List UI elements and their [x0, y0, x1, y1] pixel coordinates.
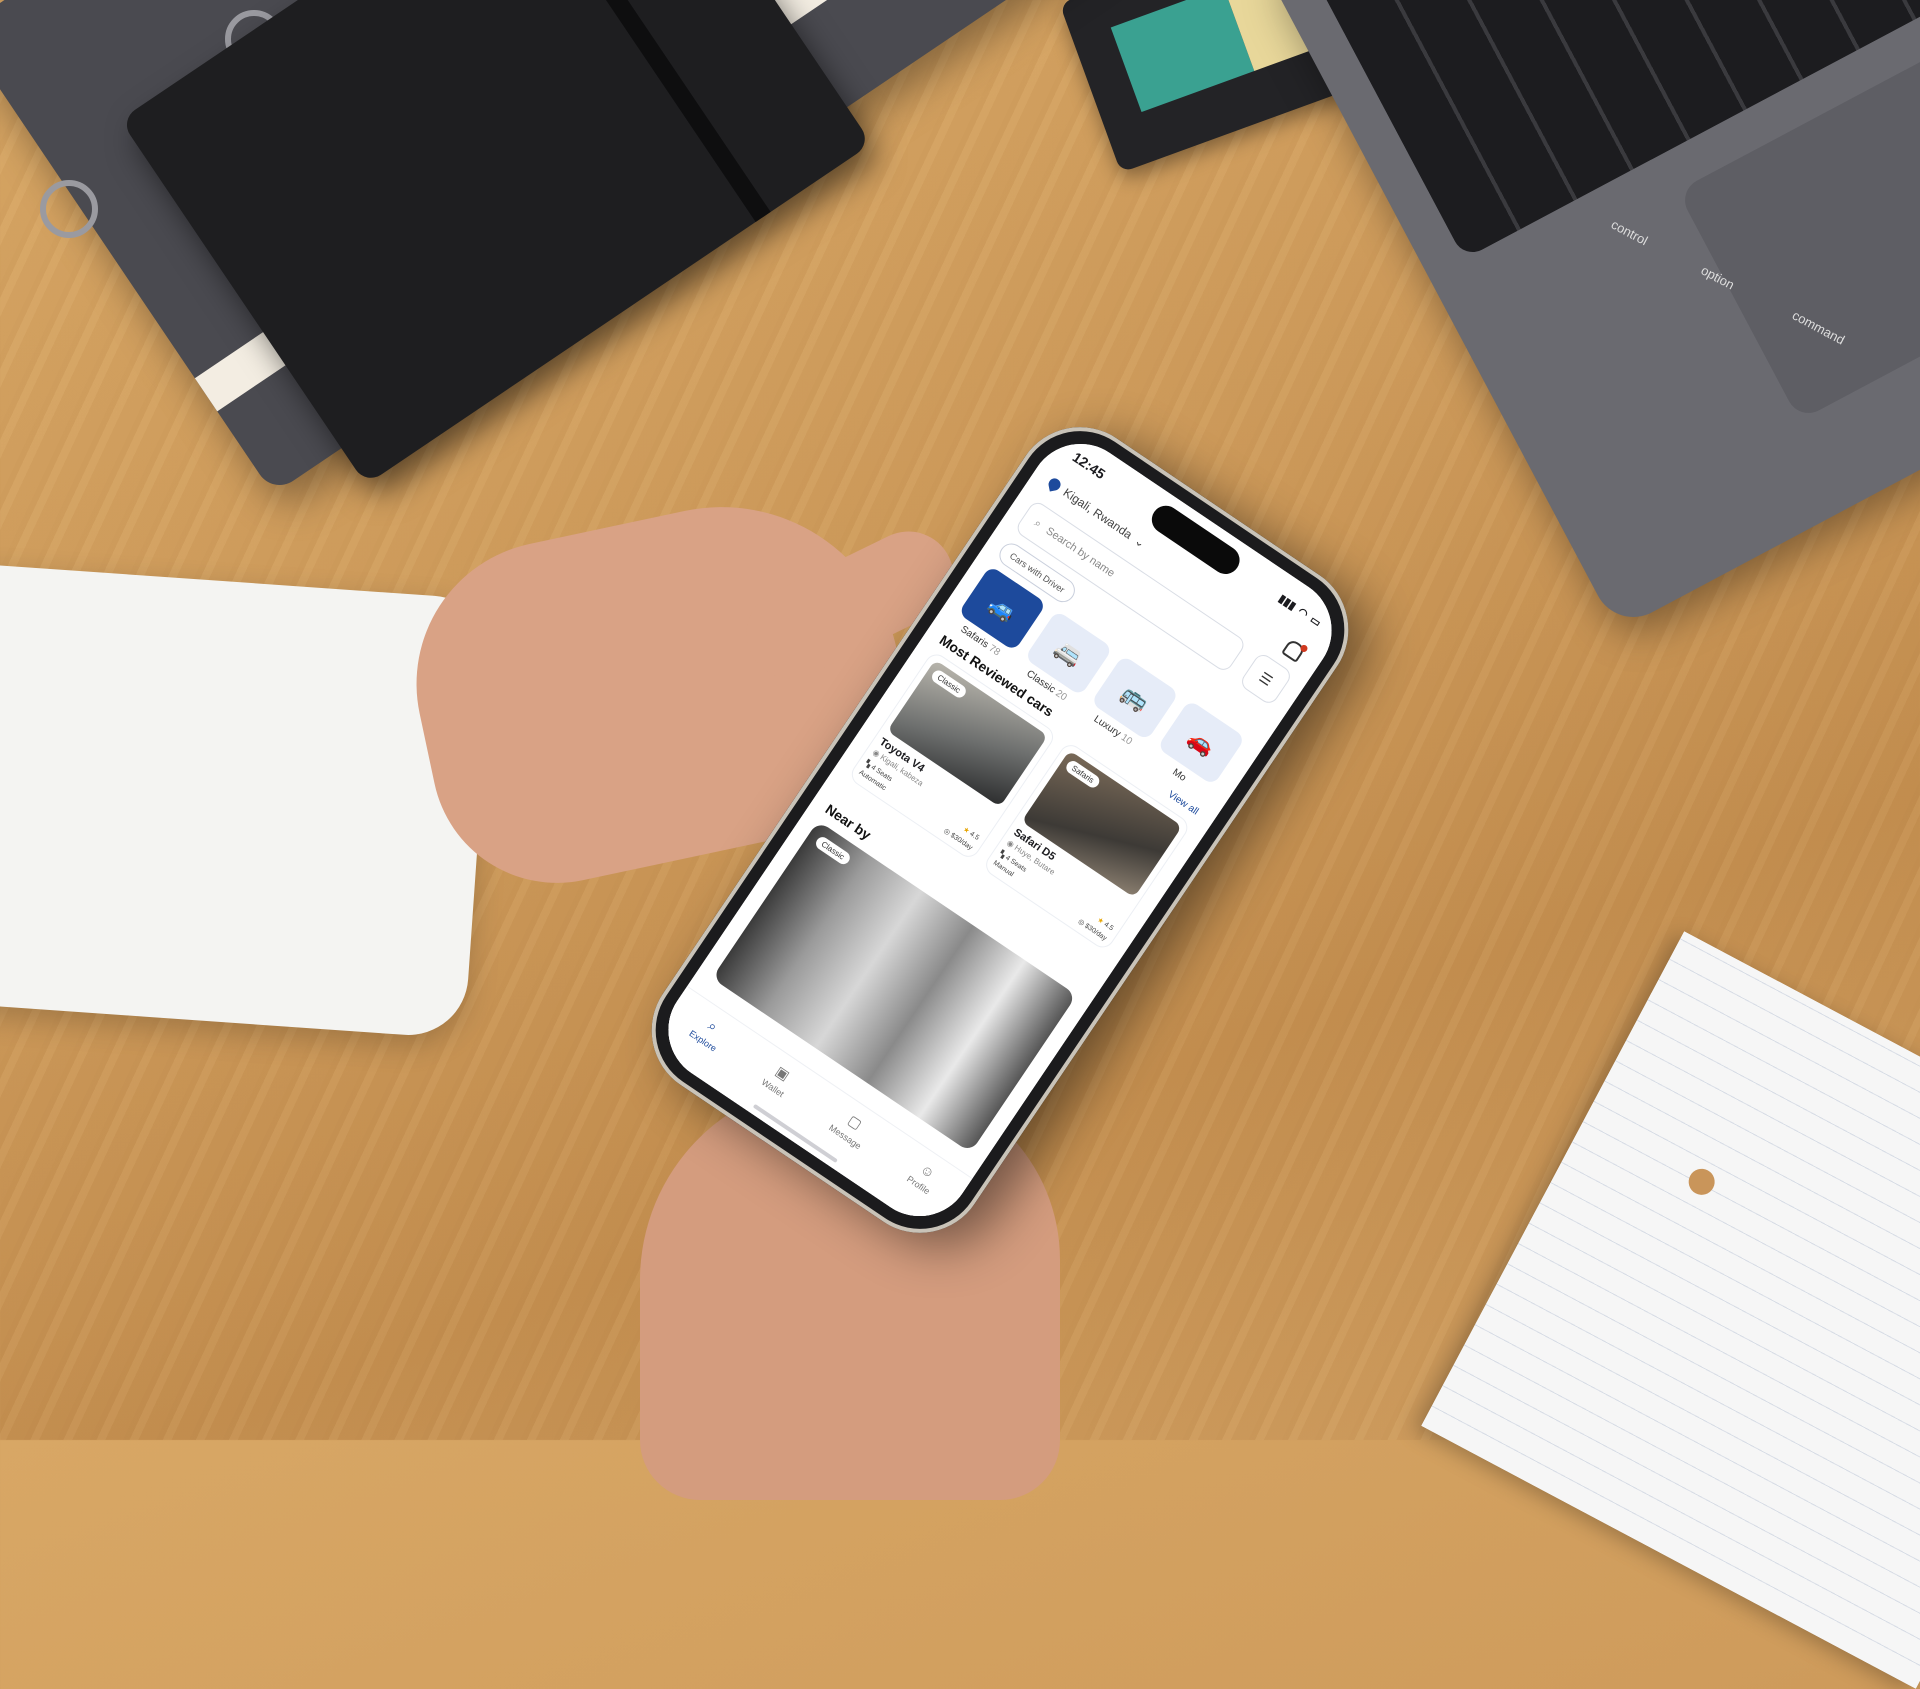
category-label: Mo	[1170, 766, 1189, 784]
category-badge: Safaris	[1063, 758, 1102, 790]
car-photo: Classic	[887, 659, 1048, 807]
binder-ring	[40, 180, 98, 238]
profile-icon: ☺	[917, 1160, 939, 1182]
signal-icon: ▮▮▮	[1276, 592, 1299, 613]
status-time: 12:45	[1069, 448, 1109, 483]
category-count: 78	[986, 642, 1002, 659]
wallet-icon: ▣	[772, 1062, 793, 1084]
more-car-icon: 🚗	[1183, 724, 1220, 761]
category-badge: Classic	[929, 667, 969, 700]
chevron-down-icon: ⌄	[1131, 533, 1149, 551]
sliders-icon: ☰	[1256, 668, 1276, 689]
message-icon: ▢	[845, 1111, 866, 1133]
battery-icon: ▭	[1307, 613, 1324, 630]
wifi-icon: ◠	[1295, 605, 1311, 621]
category-count: 20	[1053, 688, 1069, 704]
location-pin-icon	[1047, 477, 1062, 492]
filter-button[interactable]: ☰	[1238, 651, 1294, 707]
luxury-car-icon: 🚌	[1116, 679, 1154, 716]
search-icon: ⌕	[705, 1017, 721, 1035]
tab-wallet[interactable]: ▣ Wallet	[760, 1060, 798, 1099]
rating-value: 4.5	[1102, 921, 1115, 933]
tab-explore[interactable]: ⌕ Explore	[687, 1011, 730, 1054]
notebook-elastic-band	[509, 0, 771, 222]
classic-car-icon: 🚐	[1050, 634, 1088, 671]
tab-profile[interactable]: ☺ Profile	[905, 1157, 943, 1196]
notification-bell-icon[interactable]	[1281, 637, 1309, 663]
car-photo: Safaris	[1021, 750, 1183, 898]
notification-dot	[1299, 643, 1309, 654]
safari-car-icon: 🚙	[984, 589, 1021, 627]
search-icon: ⌕	[1032, 516, 1044, 531]
tab-message[interactable]: ▢ Message	[827, 1105, 875, 1152]
category-count: 10	[1118, 732, 1135, 748]
rating-value: 4.5	[968, 830, 981, 842]
white-shirt-sleeve	[0, 561, 495, 1039]
tab-label: Explore	[687, 1028, 719, 1054]
category-badge: Classic	[813, 834, 853, 867]
